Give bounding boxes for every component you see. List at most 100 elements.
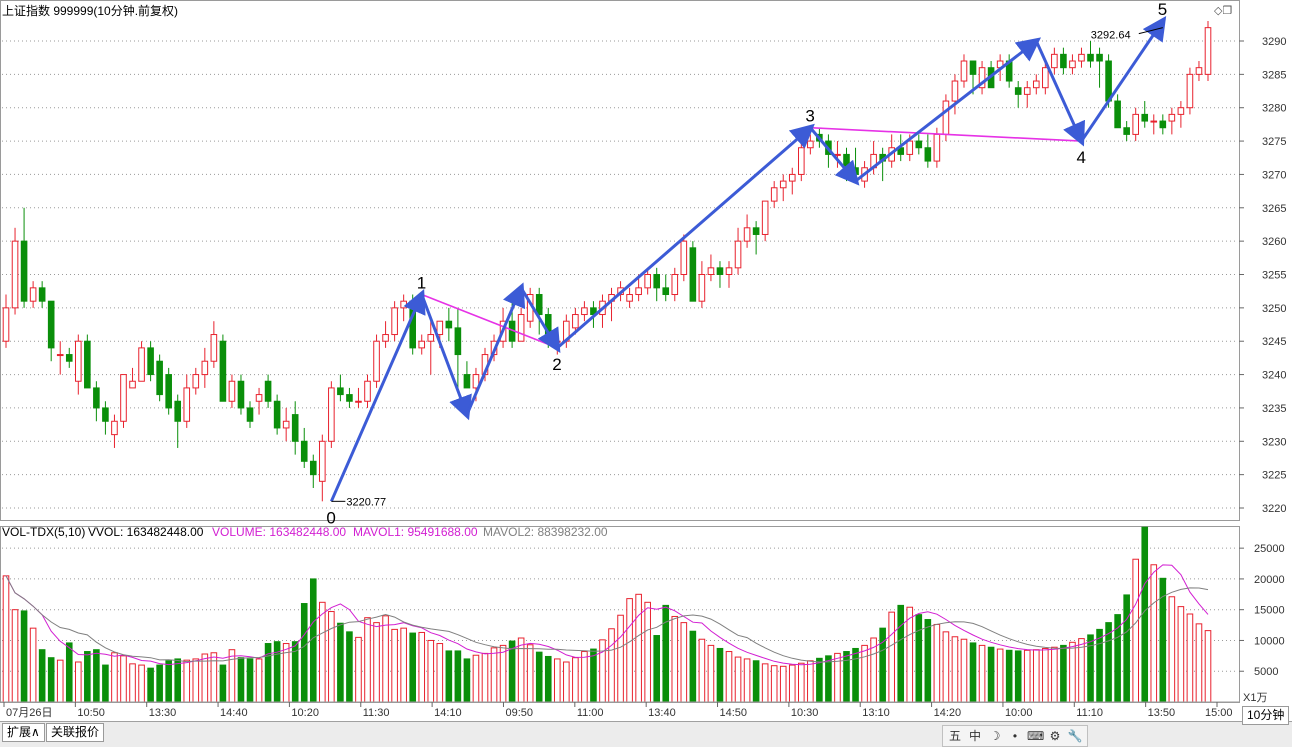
volume-bar-down [825, 655, 832, 703]
volume-bar-up [1042, 647, 1049, 703]
candle-down [102, 407, 109, 422]
volume-bar-up [644, 601, 651, 703]
time-tick-label: 14:50 [720, 707, 748, 719]
candle-up [960, 60, 968, 82]
mavol2-value: MAVOL2: 88398232.00 [483, 525, 608, 539]
volume-bar-up [1132, 558, 1140, 703]
candle-up [788, 173, 796, 182]
period-selector[interactable]: 10分钟 [1242, 706, 1290, 725]
chinese-char-icon[interactable]: 中 [967, 728, 983, 744]
candle-down [445, 320, 453, 329]
time-tick-label: 13:50 [1148, 707, 1176, 719]
volume-bar-up [1204, 630, 1212, 703]
candle-up [770, 187, 778, 202]
time-tick-label: 13:10 [862, 707, 890, 719]
candle-down [463, 374, 471, 389]
restore-icon[interactable]: ❐ [1222, 5, 1232, 17]
volume-bar-up [978, 644, 986, 703]
candle-up [192, 374, 200, 389]
chart-title: 上证指数 999999(10分钟.前复权) [2, 3, 178, 18]
candle-up [29, 287, 37, 302]
candle-down [237, 380, 245, 409]
volume-axis: 5000 10000 15000 20000 25000 [1239, 543, 1285, 678]
tab-related-quotes[interactable]: 关联报价 [46, 723, 105, 742]
price-tick-label: 3290 [1262, 36, 1286, 48]
candle-down [219, 340, 227, 402]
candle-down [1141, 113, 1149, 122]
candle-up [2, 307, 10, 342]
moon-icon[interactable]: ☽ [987, 728, 1003, 744]
candle-up [129, 380, 136, 389]
volume-bar-up [2, 575, 10, 703]
volume-bar-up [56, 659, 64, 703]
wave-segment [854, 37, 1042, 183]
wave-segment [465, 282, 526, 416]
volume-bar-up [481, 652, 489, 703]
volume-bar-up [391, 628, 398, 703]
table-icon[interactable]: 五 [947, 728, 963, 744]
gear-icon[interactable]: ⚙ [1047, 728, 1063, 744]
time-tick-label: 13:40 [648, 707, 676, 719]
candle-up [355, 400, 362, 403]
tab-expand[interactable]: 扩展∧ [2, 723, 45, 742]
time-axis: 07月26日 10:50 13:30 14:40 10:20 11:30 14:10 09:5… [0, 701, 1240, 719]
candle-down [84, 340, 91, 389]
candle-up [517, 314, 525, 342]
volume-bar-down [273, 641, 281, 703]
wave-label: 4 [1076, 148, 1085, 167]
volume-bar-up [707, 644, 715, 703]
volume-bar-up [888, 611, 895, 703]
volume-bar-up [1186, 613, 1194, 703]
volume-bar-up [572, 657, 579, 703]
volume-bar-up [1023, 649, 1031, 703]
candle-up [1168, 113, 1176, 122]
candle-down [147, 347, 154, 376]
candle-down [662, 287, 670, 296]
volume-bar-down [1060, 644, 1067, 703]
volume-bar-up [563, 661, 570, 703]
candle-down [1105, 60, 1112, 102]
candle-down [1114, 100, 1121, 129]
candle-up [373, 340, 380, 382]
window-controls[interactable]: ◇❐ [1214, 4, 1232, 17]
price-tick-label: 3265 [1262, 203, 1286, 215]
candle-up [427, 334, 435, 342]
bottom-toolbar: 五 中 ☽ • ⌨ ⚙ 🔧 [942, 725, 1088, 747]
candle-down [454, 327, 462, 356]
candle-down [1087, 53, 1094, 62]
volume-bar-up [680, 622, 688, 703]
volume-bar-up [1069, 641, 1076, 703]
volume-bar-down [409, 632, 416, 703]
volume-bar-up [418, 631, 426, 703]
candle-down [165, 374, 172, 409]
price-tick-label: 3240 [1262, 370, 1286, 382]
volume-bar-up [29, 627, 37, 703]
candle-down [1123, 127, 1130, 135]
volume-tick-label: 15000 [1254, 605, 1285, 617]
volume-bar-down [174, 658, 182, 703]
candle-up [707, 267, 715, 276]
candle-down [346, 394, 353, 402]
candle-up [671, 274, 679, 296]
volume-tick-label: 20000 [1254, 574, 1285, 586]
volume-bar-down [1014, 650, 1022, 703]
price-tick-label: 3220 [1262, 503, 1286, 515]
candle-up [1042, 67, 1049, 89]
volume-bar-up [228, 649, 236, 703]
volume-bar-down [65, 642, 73, 703]
chart-canvas: 3220322532303235324032453250325532603265… [0, 0, 1286, 719]
candle-down [20, 240, 28, 302]
volume-bar-up [138, 664, 145, 703]
candle-down [300, 440, 308, 462]
volume-bar-down [309, 578, 317, 703]
candle-up [680, 240, 688, 275]
candle-up [779, 180, 787, 189]
keyboard-icon[interactable]: ⌨ [1027, 728, 1044, 744]
candle-up [933, 133, 941, 162]
dot-icon[interactable]: • [1007, 728, 1023, 744]
volume-bar-up [608, 628, 615, 703]
volume-bar-up [671, 615, 679, 703]
wrench-icon[interactable]: 🔧 [1067, 728, 1083, 744]
volume-bar-up [798, 662, 805, 703]
volume-bar-up [1051, 646, 1058, 703]
